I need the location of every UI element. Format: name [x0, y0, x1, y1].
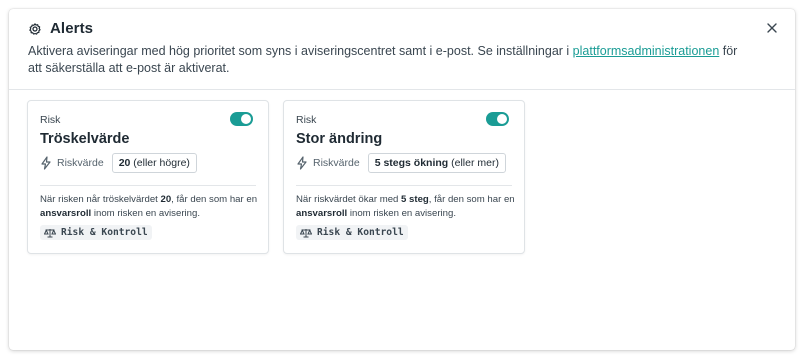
note-text: inom risken en avisering.	[347, 208, 456, 219]
metric-value-suffix: (eller högre)	[130, 157, 190, 169]
card-note: När riskvärdet ökar med 5 steg, får den …	[296, 193, 518, 221]
metric-value: 20 (eller högre)	[111, 153, 197, 173]
card-category: Risk	[296, 114, 317, 126]
dialog-header: Alerts Aktivera aviseringar med hög prio…	[9, 9, 795, 90]
scale-icon	[44, 228, 56, 238]
card-divider	[296, 185, 512, 186]
close-button[interactable]	[765, 21, 779, 35]
metric-label: Riskvärde	[57, 157, 104, 169]
metric-row: Riskvärde 5 stegs ökning (eller mer)	[296, 153, 506, 173]
close-icon	[767, 23, 777, 33]
bolt-icon	[40, 156, 52, 170]
title-row: Alerts	[28, 20, 93, 37]
platform-admin-link[interactable]: plattformsadministrationen	[573, 44, 720, 58]
note-text: När riskvärdet ökar med	[296, 194, 402, 205]
bolt-icon	[296, 156, 308, 170]
note-text: , får den som har en	[428, 194, 515, 205]
metric-value: 5 stegs ökning (eller mer)	[367, 153, 506, 173]
category-tag: Risk & Kontroll	[296, 225, 408, 240]
note-value: 5 steg	[401, 194, 429, 205]
metric-value-number: 5 stegs ökning	[374, 157, 449, 169]
note-role: ansvarsroll	[40, 208, 92, 219]
dialog-title: Alerts	[50, 20, 94, 37]
category-tag: Risk & Kontroll	[40, 225, 152, 240]
alert-cards: Risk Tröskelvärde Riskvärde 20 (eller hö…	[27, 100, 525, 254]
card-title: Stor ändring	[296, 131, 383, 147]
dialog-description: Aktivera aviseringar med hög prioritet s…	[28, 43, 748, 77]
card-note: När risken når tröskelvärdet 20, får den…	[40, 193, 262, 221]
metric-row: Riskvärde 20 (eller högre)	[40, 153, 197, 173]
gear-icon	[28, 22, 42, 36]
card-title: Tröskelvärde	[40, 131, 130, 147]
alerts-dialog: Alerts Aktivera aviseringar med hög prio…	[9, 9, 795, 350]
alert-card-big-change: Risk Stor ändring Riskvärde 5 stegs ökni…	[283, 100, 525, 254]
scale-icon	[300, 228, 312, 238]
note-text: När risken når tröskelvärdet	[40, 194, 161, 205]
tag-label: Risk & Kontroll	[61, 227, 148, 238]
note-text: , får den som har en	[171, 194, 258, 205]
description-text: Aktivera aviseringar med hög prioritet s…	[28, 44, 573, 58]
note-value: 20	[160, 194, 172, 205]
alert-card-threshold: Risk Tröskelvärde Riskvärde 20 (eller hö…	[27, 100, 269, 254]
card-category: Risk	[40, 114, 61, 126]
metric-value-number: 20	[118, 157, 131, 169]
tag-label: Risk & Kontroll	[317, 227, 404, 238]
metric-value-suffix: (eller mer)	[448, 157, 499, 169]
enable-toggle[interactable]	[230, 112, 253, 126]
enable-toggle[interactable]	[486, 112, 509, 126]
note-role: ansvarsroll	[296, 208, 348, 219]
metric-label: Riskvärde	[313, 157, 360, 169]
note-text: inom risken en avisering.	[91, 208, 200, 219]
card-divider	[40, 185, 256, 186]
